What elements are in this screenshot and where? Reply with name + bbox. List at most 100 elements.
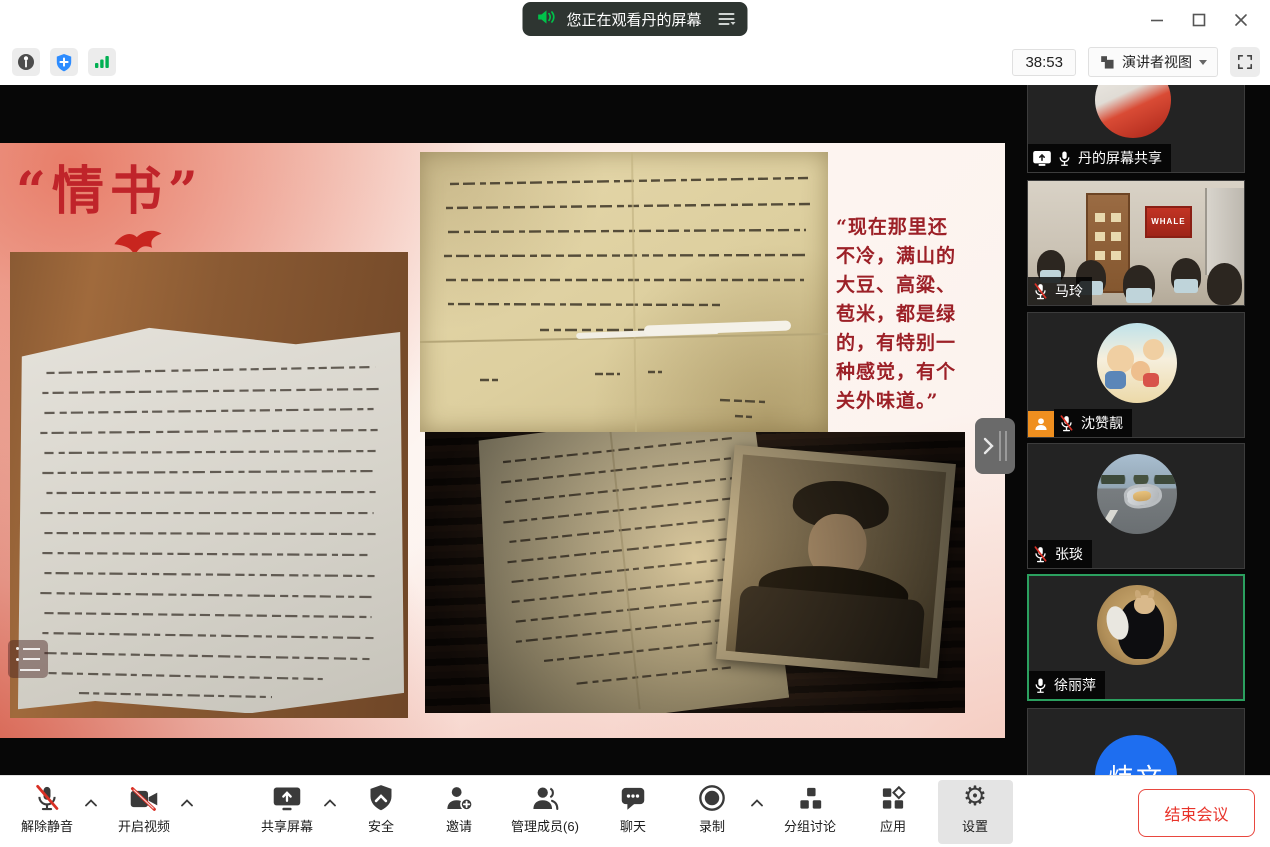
avatar-initials: 炜文 [1108,758,1164,776]
slide-quote: “现在那里还 不冷，满山的 大豆、高粱、 苞米，都是绿 的，有特别一 种感觉，有… [836,213,990,416]
apps-grid-icon [880,785,907,812]
fullscreen-icon [1237,54,1253,70]
end-meeting-button[interactable]: 结束会议 [1138,789,1255,837]
screen-watch-banner[interactable]: 您正在观看丹的屏幕 [522,2,747,36]
screen-share-icon [1033,151,1051,166]
chevron-down-icon [1199,60,1207,65]
participant-name-label: 张琰 [1028,540,1092,568]
top-left-icons [12,48,116,76]
encryption-shield-button[interactable] [50,48,78,76]
grip-handle [1005,431,1007,461]
meeting-info-button[interactable] [12,48,40,76]
chat-button[interactable]: 聊天 [620,782,647,835]
record-options-chevron[interactable] [751,794,763,812]
maximize-button[interactable] [1178,0,1220,40]
participant-name: 徐丽萍 [1054,675,1096,695]
chevron-right-icon [981,436,995,456]
security-button[interactable]: 安全 [368,782,394,835]
meeting-bottom-toolbar: 解除静音 开启视频 共享屏幕 [0,775,1270,847]
participant-tile-zhangyan[interactable]: 张琰 [1027,443,1245,569]
grip-handle [999,431,1001,461]
participant-name: 张琰 [1055,544,1083,564]
person-badge-icon [1028,411,1054,437]
members-icon [531,785,559,812]
apps-label: 应用 [880,816,906,835]
photo-vignette [425,432,965,713]
record-icon [698,784,726,812]
breakout-rooms-label: 分组讨论 [784,816,836,835]
mute-options-chevron[interactable] [85,794,97,812]
chat-label: 聊天 [620,816,646,835]
participant-tile-xuliping[interactable]: 徐丽萍 [1027,574,1245,701]
network-quality-button[interactable] [88,48,116,76]
sidebar-collapse-tab[interactable] [975,418,1015,474]
manage-members-label: 管理成员(6) [511,816,579,835]
titlebar: 您正在观看丹的屏幕 [0,0,1270,40]
invite-button[interactable]: 邀请 [445,782,473,835]
settings-button[interactable]: ⚙ 设置 [962,782,988,835]
screen-share-speaker-icon [536,8,556,30]
gear-icon: ⚙ [963,782,987,812]
meeting-top-toolbar: 38:53 演讲者视图 [0,40,1270,85]
top-right-controls: 38:53 演讲者视图 [1012,47,1260,77]
window-controls [1136,0,1262,40]
shared-screen-slide: “情书” [0,143,1005,738]
banner-text: 您正在观看丹的屏幕 [566,9,701,30]
video-options-chevron[interactable] [181,794,193,812]
fullscreen-button[interactable] [1230,47,1260,77]
record-button[interactable]: 录制 [698,782,726,835]
unmute-button[interactable]: 解除静音 [21,782,73,835]
participant-tile-shen[interactable]: 沈赞靓 [1027,312,1245,438]
mic-muted-icon [1033,546,1048,563]
participant-name: 沈赞靓 [1081,413,1123,433]
invite-label: 邀请 [446,816,472,835]
apps-button[interactable]: 应用 [880,782,907,835]
mic-muted-icon [1033,283,1048,300]
main-stage: “情书” [0,85,1270,775]
manage-members-button[interactable]: 管理成员(6) [511,782,579,835]
shield-icon [55,53,73,72]
info-icon [17,53,35,71]
share-screen-button[interactable]: 共享屏幕 [261,782,313,835]
view-mode-label: 演讲者视图 [1122,52,1192,72]
participant-tile-dan-share[interactable]: 丹的屏幕共享 [1027,85,1245,173]
start-video-button[interactable]: 开启视频 [118,782,170,835]
participant-tile-weiwen[interactable]: 炜文 [1027,708,1245,775]
breakout-squares-icon [796,785,823,812]
participant-tile-maling[interactable]: WHALE 马玲 [1027,180,1245,306]
settings-label: 设置 [962,816,988,835]
share-options-chevron[interactable] [324,794,336,812]
security-shield-icon [368,784,394,812]
participant-name-label: 沈赞靓 [1054,409,1132,437]
avatar: 炜文 [1095,735,1177,775]
close-button[interactable] [1220,0,1262,40]
participant-name-label: 马玲 [1028,277,1092,305]
share-screen-icon [272,785,302,812]
chat-bubble-icon [620,785,647,812]
participant-name-label: 丹的屏幕共享 [1028,144,1171,172]
annotation-menu-icon[interactable] [8,640,48,678]
participant-name: 丹的屏幕共享 [1078,148,1162,168]
mic-on-icon [1034,677,1047,694]
avatar [1097,454,1177,534]
meeting-timer: 38:53 [1012,49,1076,76]
start-video-label: 开启视频 [118,816,170,835]
banner-menu-icon[interactable] [718,12,736,26]
camera-off-icon [129,786,159,812]
avatar [1097,585,1177,665]
view-mode-button[interactable]: 演讲者视图 [1088,47,1218,77]
avatar [1095,85,1171,138]
participant-name: 马玲 [1055,281,1083,301]
letter-photo-left [10,252,408,718]
signal-bars-icon [93,54,111,70]
letter-photo-bottom [425,432,965,713]
share-screen-label: 共享屏幕 [261,816,313,835]
breakout-rooms-button[interactable]: 分组讨论 [784,782,836,835]
letter-photo-top [420,152,828,432]
avatar [1097,323,1177,403]
layout-view-icon [1099,54,1115,70]
slide-title: “情书” [16,149,204,224]
minimize-button[interactable] [1136,0,1178,40]
participant-name-label: 徐丽萍 [1029,671,1105,699]
crumpled-letter-paper [18,303,404,713]
